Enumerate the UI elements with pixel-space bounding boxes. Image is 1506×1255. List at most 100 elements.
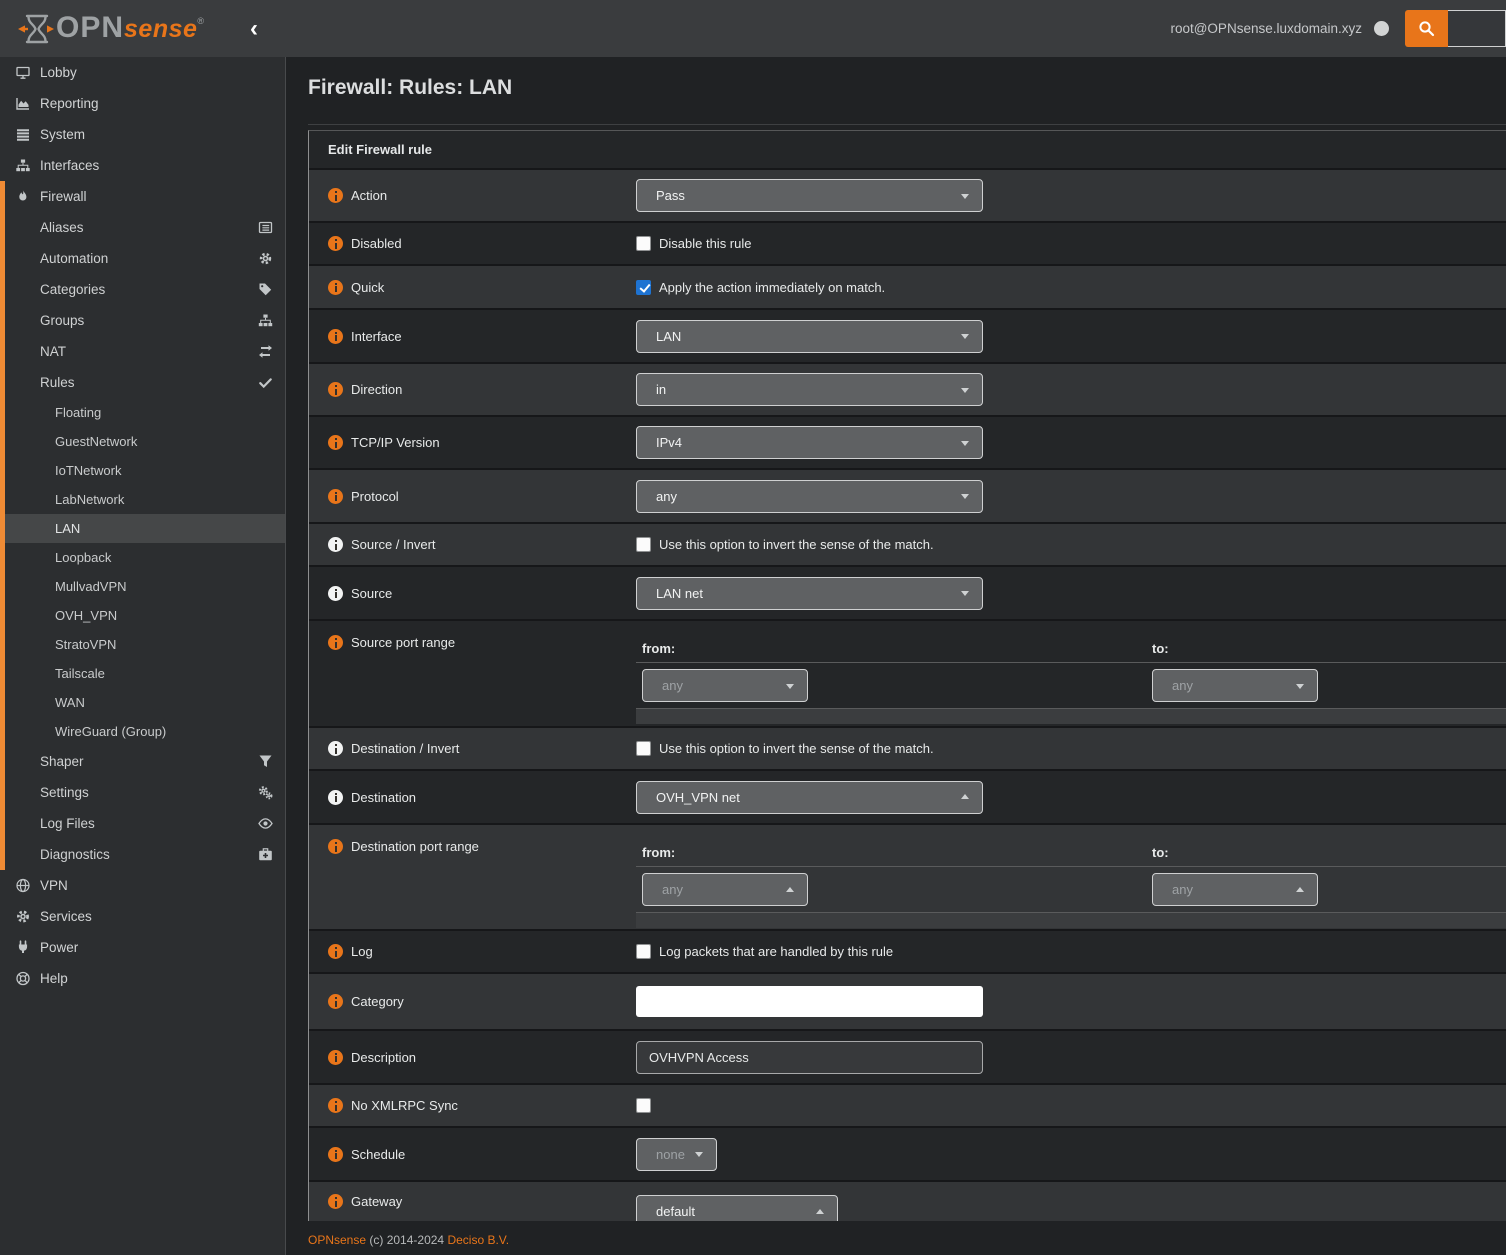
sidebar-item-automation[interactable]: Automation	[5, 243, 285, 274]
sidebar-item-label: Rules	[40, 375, 75, 390]
info-icon[interactable]	[328, 790, 343, 805]
sidebar-item-rules-loopback[interactable]: Loopback	[5, 543, 285, 572]
sidebar-item-settings[interactable]: Settings	[5, 777, 285, 808]
panel-title: Edit Firewall rule	[309, 131, 1506, 170]
sidebar-item-power[interactable]: Power	[0, 932, 285, 963]
sidebar-item-shaper[interactable]: Shaper	[5, 746, 285, 777]
info-icon[interactable]	[328, 188, 343, 203]
opnsense-logo[interactable]: OPNsense®	[16, 10, 204, 48]
info-icon[interactable]	[328, 635, 343, 650]
sidebar-item-rules-labnetwork[interactable]: LabNetwork	[5, 485, 285, 514]
info-icon[interactable]	[328, 280, 343, 295]
sidebar-item-label: Interfaces	[40, 158, 99, 173]
info-icon[interactable]	[328, 1050, 343, 1065]
status-dot	[1374, 21, 1389, 36]
sidebar-item-groups[interactable]: Groups	[5, 305, 285, 336]
info-icon[interactable]	[328, 994, 343, 1009]
form-row-destination: Destination OVH_VPN net	[309, 771, 1506, 825]
tags-icon	[258, 282, 273, 297]
sidebar-item-lobby[interactable]: Lobby	[0, 57, 285, 88]
tcpip-version-select[interactable]: IPv4	[636, 426, 983, 459]
sidebar-item-rules-guestnetwork[interactable]: GuestNetwork	[5, 427, 285, 456]
info-icon[interactable]	[328, 741, 343, 756]
info-icon[interactable]	[328, 435, 343, 450]
info-icon[interactable]	[328, 586, 343, 601]
category-input[interactable]	[636, 986, 983, 1017]
info-icon[interactable]	[328, 1098, 343, 1113]
sidebar-item-rules-wan[interactable]: WAN	[5, 688, 285, 717]
schedule-select[interactable]: none	[636, 1138, 717, 1171]
sitemap-icon	[14, 158, 31, 173]
chevron-up-icon	[816, 1209, 824, 1214]
sidebar-item-help[interactable]: Help	[0, 963, 285, 994]
sidebar-item-label: StratoVPN	[55, 637, 116, 652]
sidebar-item-log-files[interactable]: Log Files	[5, 808, 285, 839]
plug-icon	[14, 940, 31, 955]
source-port-to-select[interactable]: any	[1152, 669, 1318, 702]
gateway-select[interactable]: default	[636, 1195, 838, 1221]
sidebar-item-rules-floating[interactable]: Floating	[5, 398, 285, 427]
sidebar-item-rules-ovh-vpn[interactable]: OVH_VPN	[5, 601, 285, 630]
form-row-tcpip-version: TCP/IP Version IPv4	[309, 417, 1506, 470]
info-icon[interactable]	[328, 489, 343, 504]
sidebar-item-label: GuestNetwork	[55, 434, 137, 449]
source-port-from-select[interactable]: any	[642, 669, 808, 702]
sidebar-item-rules-wireguard-group[interactable]: WireGuard (Group)	[5, 717, 285, 746]
sidebar-item-nat[interactable]: NAT	[5, 336, 285, 367]
chevron-down-icon	[695, 1152, 703, 1157]
direction-select[interactable]: in	[636, 373, 983, 406]
sidebar-item-vpn[interactable]: VPN	[0, 870, 285, 901]
sidebar-item-reporting[interactable]: Reporting	[0, 88, 285, 119]
info-icon[interactable]	[328, 1147, 343, 1162]
source-select[interactable]: LAN net	[636, 577, 983, 610]
info-icon[interactable]	[328, 537, 343, 552]
destination-port-to-select[interactable]: any	[1152, 873, 1318, 906]
chevron-down-icon	[961, 494, 969, 499]
sidebar-item-rules-tailscale[interactable]: Tailscale	[5, 659, 285, 688]
info-icon[interactable]	[328, 839, 343, 854]
sidebar-item-rules-mullvadvpn[interactable]: MullvadVPN	[5, 572, 285, 601]
no-xmlrpc-sync-checkbox[interactable]	[636, 1098, 651, 1113]
sidebar-item-rules[interactable]: Rules	[5, 367, 285, 398]
sidebar-menu: Lobby Reporting System Interfaces	[0, 57, 286, 1255]
form-row-source: Source LAN net	[309, 567, 1506, 621]
action-select[interactable]: Pass	[636, 179, 983, 212]
sidebar-item-services[interactable]: Services	[0, 901, 285, 932]
sidebar-item-rules-iotnetwork[interactable]: IoTNetwork	[5, 456, 285, 485]
quick-checkbox[interactable]	[636, 280, 651, 295]
sidebar-item-interfaces[interactable]: Interfaces	[0, 150, 285, 181]
description-input[interactable]	[636, 1041, 983, 1074]
sidebar-item-diagnostics[interactable]: Diagnostics	[5, 839, 285, 870]
protocol-select[interactable]: any	[636, 480, 983, 513]
field-label: Schedule	[351, 1147, 405, 1162]
sidebar-item-aliases[interactable]: Aliases	[5, 212, 285, 243]
info-icon[interactable]	[328, 382, 343, 397]
sidebar-item-rules-lan[interactable]: LAN	[5, 514, 285, 543]
destination-port-from-select[interactable]: any	[642, 873, 808, 906]
info-icon[interactable]	[328, 329, 343, 344]
checkbox-label: Disable this rule	[659, 236, 752, 251]
info-icon[interactable]	[328, 944, 343, 959]
form-row-quick: Quick Apply the action immediately on ma…	[309, 266, 1506, 310]
destination-invert-checkbox[interactable]	[636, 741, 651, 756]
logo-text-opn: OPN	[56, 10, 124, 46]
source-invert-checkbox[interactable]	[636, 537, 651, 552]
sidebar-item-system[interactable]: System	[0, 119, 285, 150]
info-icon[interactable]	[328, 1194, 343, 1209]
interface-select[interactable]: LAN	[636, 320, 983, 353]
deciso-footer-link[interactable]: Deciso B.V.	[447, 1233, 509, 1247]
copyright-text: (c) 2014-2024	[369, 1233, 444, 1247]
field-label: Action	[351, 188, 387, 203]
sidebar-item-categories[interactable]: Categories	[5, 274, 285, 305]
search-button[interactable]	[1405, 10, 1448, 47]
sidebar-item-firewall[interactable]: Firewall	[5, 181, 285, 212]
opnsense-footer-link[interactable]: OPNsense	[308, 1233, 366, 1247]
destination-select[interactable]: OVH_VPN net	[636, 781, 983, 814]
disabled-checkbox[interactable]	[636, 236, 651, 251]
sidebar-collapse-icon[interactable]: ‹	[250, 19, 258, 39]
info-icon[interactable]	[328, 236, 343, 251]
sidebar-item-rules-stratovpn[interactable]: StratoVPN	[5, 630, 285, 659]
log-checkbox[interactable]	[636, 944, 651, 959]
form-row-source-port-range: Source port range from: to: any any	[309, 621, 1506, 728]
search-input[interactable]	[1448, 10, 1506, 47]
